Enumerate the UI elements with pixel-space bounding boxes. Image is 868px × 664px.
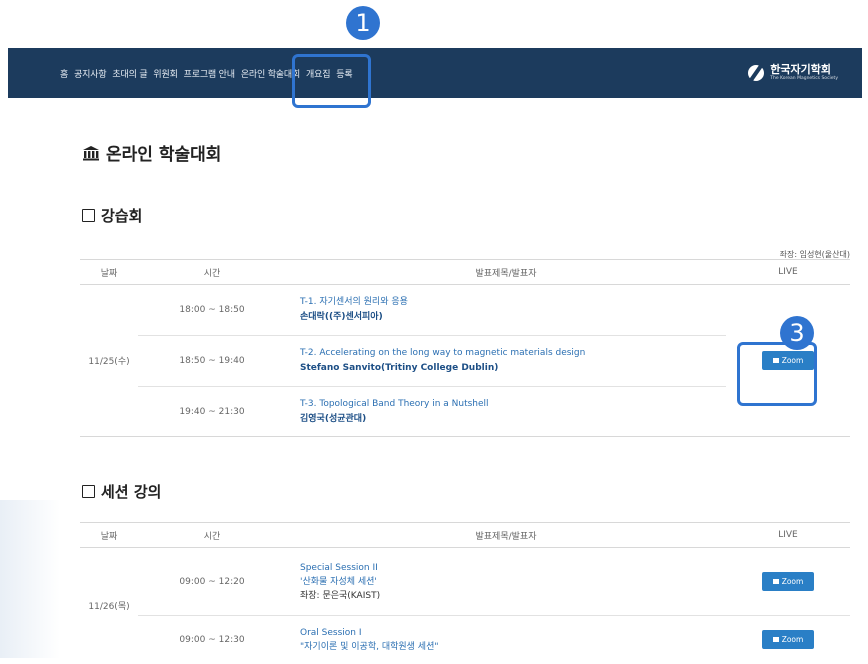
title-cell: T-3. Topological Band Theory in a Nutshe… bbox=[286, 386, 726, 437]
nav-item-invitation[interactable]: 초대의 글 bbox=[112, 67, 147, 80]
video-camera-icon bbox=[772, 579, 779, 584]
title-cell: Oral Session I "자기이론 및 이공학, 대학원생 세션" bbox=[286, 616, 726, 664]
zoom-button[interactable]: Zoom bbox=[762, 572, 814, 591]
speaker: 김영국(성균관대) bbox=[300, 413, 367, 424]
time-cell: 19:40 ~ 21:30 bbox=[138, 386, 286, 437]
time-cell: 09:00 ~ 12:20 bbox=[138, 547, 286, 616]
session-table: 날짜 시간 발표제목/발표자 LIVE 11/26(목) 09:00 ~ 12:… bbox=[80, 522, 850, 664]
header-date: 날짜 bbox=[80, 259, 138, 285]
nav-item-home[interactable]: 홈 bbox=[60, 67, 68, 80]
date-cell: 11/25(수) bbox=[80, 284, 138, 437]
nav-item-program[interactable]: 프로그램 안내 bbox=[184, 67, 235, 80]
table-row: 11/26(목) 09:00 ~ 12:20 Special Session I… bbox=[80, 547, 850, 616]
annotation-box-3 bbox=[737, 342, 817, 406]
section-title-session: 세션 강의 bbox=[82, 481, 161, 502]
annotation-marker-1: 1 bbox=[346, 6, 380, 40]
page-title: 온라인 학술대회 bbox=[82, 140, 221, 165]
header-time: 시간 bbox=[138, 259, 286, 285]
speaker: Stefano Sanvito(Tritiny College Dublin) bbox=[300, 363, 499, 373]
page-title-text: 온라인 학술대회 bbox=[106, 145, 222, 165]
header-title: 발표제목/발표자 bbox=[286, 522, 726, 548]
section-title-session-text: 세션 강의 bbox=[101, 483, 162, 501]
table-row: 09:00 ~ 12:30 Oral Session I "자기이론 및 이공학… bbox=[80, 616, 850, 664]
header-live: LIVE bbox=[726, 259, 850, 285]
section-title-tutorial-text: 강습회 bbox=[101, 207, 143, 225]
note-icon bbox=[82, 209, 95, 222]
institution-icon bbox=[83, 145, 99, 160]
logo-mark-icon bbox=[748, 65, 765, 81]
background-fade bbox=[0, 500, 60, 658]
section-title-tutorial: 강습회 bbox=[82, 205, 142, 226]
talk-title[interactable]: T-2. Accelerating on the long way to mag… bbox=[300, 346, 720, 360]
talk-title[interactable]: T-3. Topological Band Theory in a Nutshe… bbox=[300, 397, 720, 411]
time-cell: 18:00 ~ 18:50 bbox=[138, 284, 286, 336]
session-name[interactable]: Oral Session I bbox=[300, 626, 720, 640]
date-cell: 11/26(목) bbox=[88, 602, 130, 613]
top-navbar: 홈 공지사항 초대의 글 위원회 프로그램 안내 온라인 학술대회 개요집 등록… bbox=[8, 48, 862, 98]
session-subtitle[interactable]: '산화물 자성체 세션' bbox=[300, 575, 720, 589]
video-camera-icon bbox=[772, 637, 779, 643]
session-subtitle[interactable]: "자기이론 및 이공학, 대학원생 세션" bbox=[300, 640, 720, 654]
live-cell: Zoom bbox=[726, 547, 850, 616]
nav-item-notices[interactable]: 공지사항 bbox=[74, 67, 107, 80]
session-name[interactable]: Special Session II bbox=[300, 561, 720, 575]
title-cell: Special Session II '산화물 자성체 세션' 좌장: 문은국(… bbox=[286, 547, 726, 616]
session-chair: 좌장: 문은국(KAIST) bbox=[300, 590, 381, 601]
header-title: 발표제목/발표자 bbox=[286, 259, 726, 285]
annotation-box-1 bbox=[292, 54, 371, 108]
society-logo[interactable]: 한국자기학회 The Korean Magnetics Society bbox=[748, 48, 838, 98]
title-cell: T-2. Accelerating on the long way to mag… bbox=[286, 335, 726, 387]
title-cell: T-1. 자기센서의 원리와 응용 손대락((주)센서피아) bbox=[286, 284, 726, 336]
time-cell: 09:00 ~ 12:30 bbox=[179, 634, 245, 645]
nav-item-committee[interactable]: 위원회 bbox=[153, 67, 177, 80]
header-time: 시간 bbox=[138, 522, 286, 548]
logo-title: 한국자기학회 bbox=[770, 63, 831, 76]
table-row: 11/25(수) 18:00 ~ 18:50 T-1. 자기센서의 원리와 응용… bbox=[80, 284, 850, 437]
talk-title[interactable]: T-1. 자기센서의 원리와 응용 bbox=[300, 295, 720, 309]
logo-subtitle: The Korean Magnetics Society bbox=[770, 76, 838, 81]
header-live: LIVE bbox=[726, 522, 850, 548]
tutorial-table: 날짜 시간 발표제목/발표자 LIVE 11/25(수) 18:00 ~ 18:… bbox=[80, 259, 850, 437]
table-header-row: 날짜 시간 발표제목/발표자 LIVE bbox=[80, 259, 850, 285]
header-date: 날짜 bbox=[80, 522, 138, 548]
live-cell: Zoom bbox=[726, 616, 850, 664]
note-icon bbox=[82, 485, 95, 498]
zoom-button[interactable]: Zoom bbox=[762, 630, 814, 650]
speaker: 손대락((주)센서피아) bbox=[300, 312, 383, 322]
time-cell: 18:50 ~ 19:40 bbox=[138, 335, 286, 387]
table-header-row: 날짜 시간 발표제목/발표자 LIVE bbox=[80, 522, 850, 548]
